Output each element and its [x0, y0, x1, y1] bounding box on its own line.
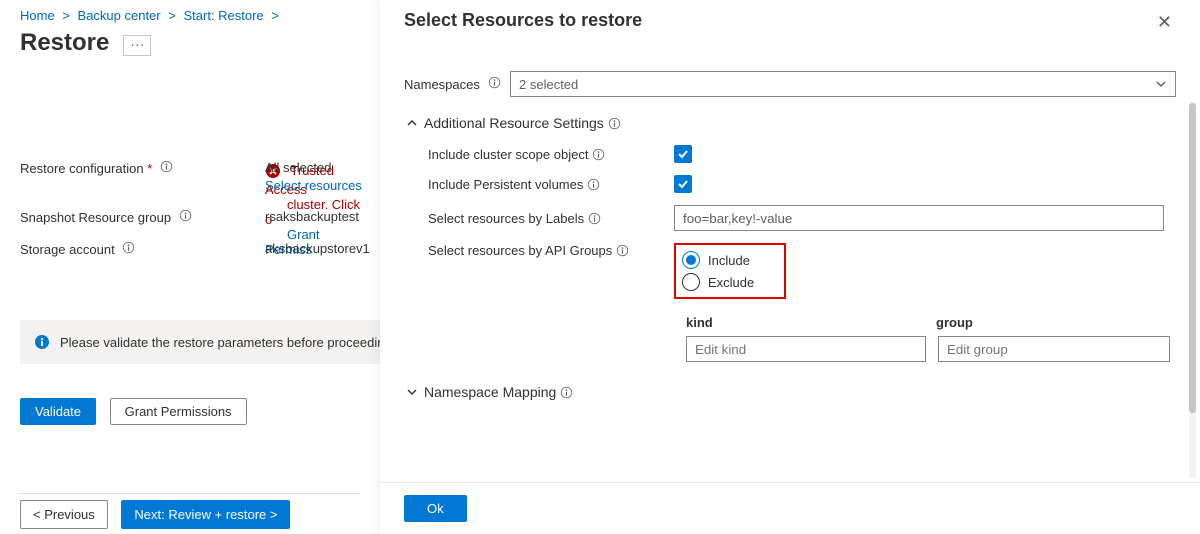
- info-icon[interactable]: [488, 76, 501, 89]
- chevron-up-icon: [404, 117, 420, 129]
- select-resources-panel: Select Resources to restore ✕ Namespaces…: [380, 0, 1200, 534]
- previous-button[interactable]: < Previous: [20, 500, 108, 529]
- storage-account-label: Storage account: [20, 241, 265, 257]
- namespace-mapping-toggle[interactable]: Namespace Mapping: [404, 384, 1176, 400]
- persistent-volumes-checkbox[interactable]: [674, 175, 692, 193]
- info-icon[interactable]: [122, 241, 135, 254]
- info-icon[interactable]: [588, 212, 601, 225]
- breadcrumb-start-restore[interactable]: Start: Restore: [183, 8, 263, 23]
- breadcrumb-backup-center[interactable]: Backup center: [78, 8, 161, 23]
- include-label: Include: [708, 253, 750, 268]
- group-header: group: [936, 315, 973, 330]
- additional-settings-title: Additional Resource Settings: [424, 115, 604, 131]
- kind-header: kind: [686, 315, 936, 330]
- chevron-down-icon: [1155, 78, 1167, 90]
- info-icon: [34, 334, 50, 350]
- restore-configuration-label: Restore configuration *: [20, 160, 265, 193]
- radio-selected-icon: [682, 251, 700, 269]
- labels-input[interactable]: [674, 205, 1164, 231]
- group-input[interactable]: [938, 336, 1170, 362]
- namespaces-dropdown[interactable]: 2 selected: [510, 71, 1176, 97]
- radio-unselected-icon: [682, 273, 700, 291]
- persistent-volumes-label: Include Persistent volumes: [428, 177, 658, 192]
- namespaces-label: Namespaces: [404, 76, 510, 92]
- panel-title: Select Resources to restore: [404, 10, 642, 31]
- page-title: Restore: [20, 29, 109, 57]
- storage-account-value: aksbackupstorev1: [265, 241, 370, 257]
- chevron-right-icon: >: [62, 8, 70, 23]
- scrollbar[interactable]: [1189, 101, 1196, 477]
- breadcrumb-home[interactable]: Home: [20, 8, 55, 23]
- validate-button[interactable]: Validate: [20, 398, 96, 425]
- kind-input[interactable]: [686, 336, 926, 362]
- info-icon[interactable]: [592, 148, 605, 161]
- include-radio[interactable]: Include: [682, 251, 754, 269]
- info-icon[interactable]: [560, 386, 573, 399]
- chevron-right-icon: >: [168, 8, 176, 23]
- chevron-right-icon: >: [271, 8, 279, 23]
- select-resources-link[interactable]: Select resources: [265, 178, 362, 193]
- next-button[interactable]: Next: Review + restore >: [121, 500, 290, 529]
- grant-permissions-button[interactable]: Grant Permissions: [110, 398, 247, 425]
- validate-info-text: Please validate the restore parameters b…: [60, 335, 392, 350]
- cluster-scope-checkbox[interactable]: [674, 145, 692, 163]
- api-groups-radio-highlight: Include Exclude: [674, 243, 786, 299]
- labels-label: Select resources by Labels: [428, 211, 658, 226]
- breadcrumb: Home > Backup center > Start: Restore >: [0, 0, 370, 25]
- info-icon[interactable]: [587, 178, 600, 191]
- restore-configuration-value: All selected: [265, 160, 331, 175]
- namespace-mapping-title: Namespace Mapping: [424, 384, 556, 400]
- namespaces-value: 2 selected: [519, 77, 578, 92]
- exclude-label: Exclude: [708, 275, 754, 290]
- info-icon[interactable]: [608, 117, 621, 130]
- more-actions-button[interactable]: ···: [123, 35, 151, 56]
- additional-settings-toggle[interactable]: Additional Resource Settings: [404, 115, 1176, 131]
- exclude-radio[interactable]: Exclude: [682, 273, 754, 291]
- chevron-down-icon: [404, 386, 420, 398]
- info-icon[interactable]: [160, 160, 173, 173]
- api-groups-label: Select resources by API Groups: [428, 243, 658, 258]
- info-icon[interactable]: [616, 244, 629, 257]
- info-icon[interactable]: [179, 209, 192, 222]
- snapshot-rg-value: rsaksbackuptest: [265, 209, 359, 225]
- ok-button[interactable]: Ok: [404, 495, 467, 522]
- cluster-scope-label: Include cluster scope object: [428, 147, 658, 162]
- snapshot-rg-label: Snapshot Resource group: [20, 209, 265, 225]
- footer-divider: [20, 493, 360, 494]
- close-icon[interactable]: ✕: [1157, 12, 1172, 33]
